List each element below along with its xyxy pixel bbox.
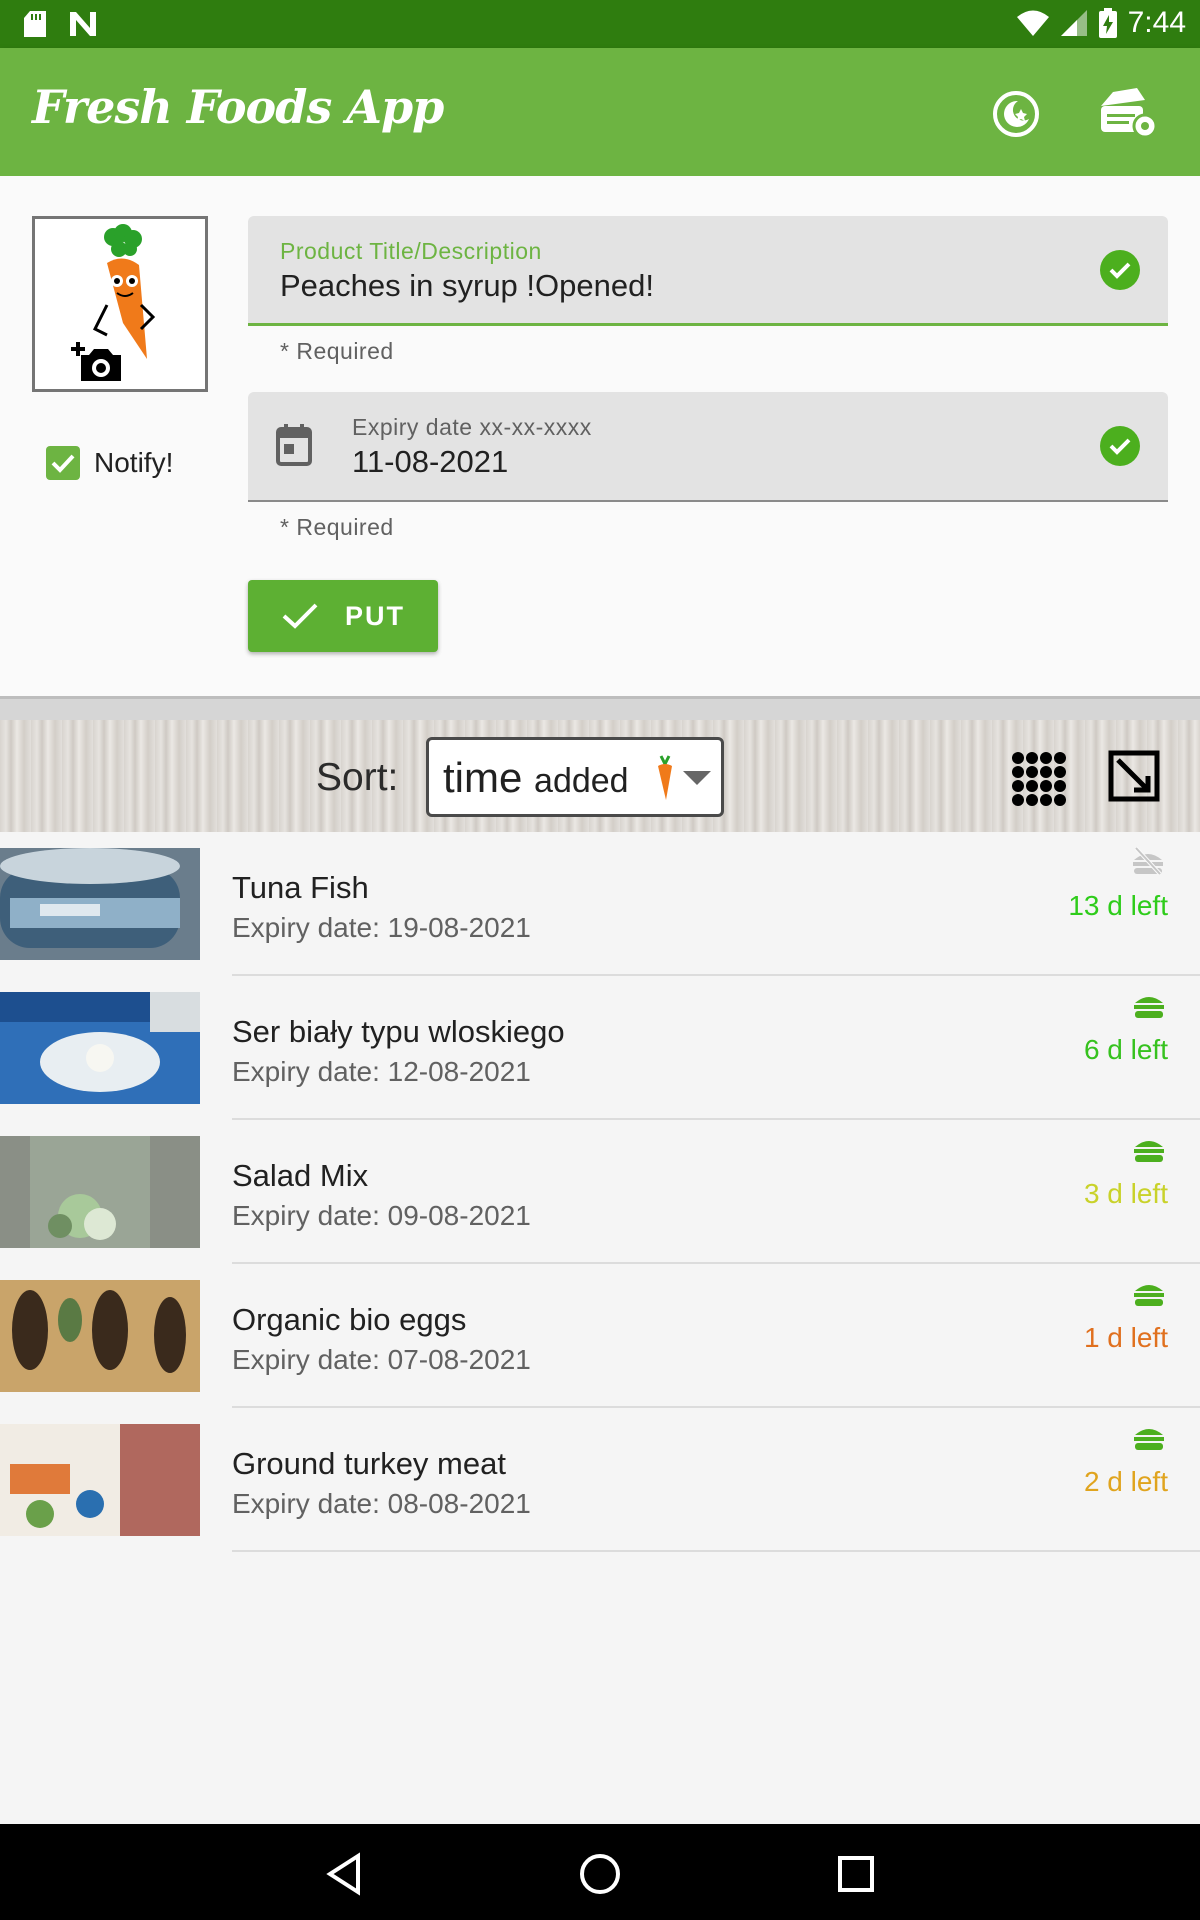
app-title: Fresh Foods App (32, 80, 444, 134)
sd-card-icon (24, 11, 46, 37)
food-icon (1134, 997, 1164, 1018)
product-expiry: Expiry date: 07-08-2021 (232, 1344, 531, 1375)
wifi-icon (1016, 10, 1049, 36)
recents-square-icon (838, 1856, 874, 1892)
divider (232, 1550, 1200, 1552)
product-expiry: Expiry date: 19-08-2021 (232, 912, 531, 943)
checkbox-checked[interactable] (46, 446, 80, 480)
home-circle-icon (580, 1854, 620, 1894)
recents-button[interactable] (828, 1846, 884, 1902)
battery-charging-icon (1098, 8, 1117, 38)
list-item[interactable]: Organic bio eggs Expiry date: 07-08-2021… (0, 1264, 1200, 1408)
back-triangle-icon (326, 1852, 360, 1896)
product-expiry: Expiry date: 09-08-2021 (232, 1200, 531, 1231)
product-thumbnail (0, 848, 200, 960)
expiry-date-field[interactable]: Expiry date xx-xx-xxxx 11-08-2021 (248, 392, 1168, 502)
add-product-form: Notify! Product Title/Description Peache… (0, 176, 1200, 696)
list-item[interactable]: Ground turkey meat Expiry date: 08-08-20… (0, 1408, 1200, 1552)
status-bar: 7:44 (0, 0, 1200, 48)
night-mode-button[interactable] (984, 82, 1048, 146)
app-bar: Fresh Foods App (0, 48, 1200, 176)
grid-dots-icon (1012, 752, 1066, 806)
date-required-helper: * Required (280, 514, 394, 540)
home-button[interactable] (572, 1846, 628, 1902)
notify-checkbox[interactable]: Notify! (46, 446, 173, 480)
put-button[interactable]: PUT (248, 580, 438, 652)
sort-bar: Sort: time added (0, 720, 1200, 832)
product-name: Tuna Fish (232, 870, 369, 905)
system-nav-bar (0, 1824, 1200, 1920)
status-time: 7:44 (1127, 6, 1186, 39)
sort-selected-sub: added (534, 762, 629, 800)
put-button-label: PUT (345, 600, 405, 631)
notify-label: Notify! (94, 447, 174, 478)
days-left: 3 d left (1083, 1178, 1168, 1209)
box-settings-icon (1101, 88, 1158, 139)
product-list: Tuna Fish Expiry date: 19-08-2021 13 d l… (0, 832, 1200, 1552)
carrot-icon (658, 755, 672, 800)
back-button[interactable] (316, 1846, 372, 1902)
expand-icon (1108, 750, 1160, 802)
product-name: Organic bio eggs (232, 1302, 467, 1337)
product-thumbnail (0, 992, 200, 1104)
product-name: Salad Mix (232, 1158, 369, 1193)
product-expiry: Expiry date: 12-08-2021 (232, 1056, 531, 1087)
expiry-date-label: Expiry date xx-xx-xxxx (352, 414, 592, 440)
calendar-icon (276, 424, 312, 466)
n-notification-icon (70, 12, 96, 36)
days-left: 1 d left (1083, 1322, 1168, 1353)
list-item[interactable]: Ser biały typu wloskiego Expiry date: 12… (0, 976, 1200, 1120)
section-divider (0, 696, 1200, 720)
days-left: 2 d left (1083, 1466, 1168, 1497)
product-thumbnail (0, 1280, 200, 1392)
product-title-value[interactable]: Peaches in syrup !Opened! (280, 268, 654, 304)
fridge-settings-button[interactable] (1092, 82, 1164, 146)
product-name: Ground turkey meat (232, 1446, 506, 1481)
title-required-helper: * Required (280, 338, 394, 364)
food-icon (1134, 1141, 1164, 1162)
food-icon (1134, 1285, 1164, 1306)
chevron-down-icon (683, 771, 711, 785)
days-left: 13 d left (1068, 890, 1168, 921)
list-item[interactable]: Salad Mix Expiry date: 09-08-2021 3 d le… (0, 1120, 1200, 1264)
product-expiry: Expiry date: 08-08-2021 (232, 1488, 531, 1519)
sort-selected-main: time (443, 754, 523, 801)
days-left: 6 d left (1083, 1034, 1168, 1065)
product-thumbnail (0, 1424, 200, 1536)
moon-clock-icon (993, 91, 1039, 137)
product-title-field[interactable]: Product Title/Description Peaches in syr… (248, 216, 1168, 326)
sort-dropdown[interactable]: time added (426, 737, 724, 817)
food-icon (1134, 1429, 1164, 1450)
add-photo-button[interactable] (32, 216, 208, 392)
expand-button[interactable] (1108, 750, 1160, 807)
product-name: Ser biały typu wloskiego (232, 1014, 565, 1049)
list-item[interactable]: Tuna Fish Expiry date: 19-08-2021 13 d l… (0, 832, 1200, 976)
cell-signal-icon (1060, 10, 1087, 36)
valid-check-icon (1100, 426, 1140, 466)
valid-check-icon (1100, 250, 1140, 290)
checkmark-icon (282, 603, 318, 629)
product-title-label: Product Title/Description (280, 238, 542, 264)
grid-view-button[interactable] (1010, 750, 1068, 811)
expiry-date-value[interactable]: 11-08-2021 (352, 444, 508, 480)
checkmark-icon (51, 454, 75, 473)
product-thumbnail (0, 1136, 200, 1248)
add-camera-icon (71, 342, 121, 381)
no-food-icon (1133, 846, 1163, 876)
sort-label: Sort: (316, 756, 399, 799)
